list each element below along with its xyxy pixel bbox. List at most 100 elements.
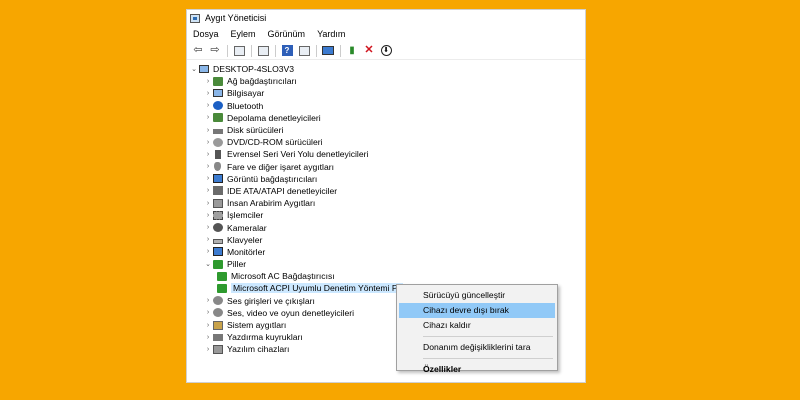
tree-category-batteries[interactable]: ⌄ Piller <box>187 258 585 270</box>
toolbar-separator <box>275 44 276 57</box>
category-label: Klavyeler <box>227 234 263 245</box>
menu-file[interactable]: Dosya <box>193 29 219 39</box>
chevron-right-icon[interactable]: › <box>203 139 213 146</box>
device-manager-icon <box>190 13 200 23</box>
scan-monitor-icon <box>322 46 334 55</box>
console-tree-icon <box>233 45 245 56</box>
uninstall-toolbar-button[interactable]: ✕ <box>362 44 376 57</box>
tree-category-network[interactable]: › Ağ bağdaştırıcıları <box>187 75 585 87</box>
chevron-right-icon[interactable]: › <box>203 114 213 121</box>
tree-category-keyboards[interactable]: › Klavyeler <box>187 234 585 246</box>
category-label: Disk sürücüleri <box>227 125 284 136</box>
tree-root[interactable]: ⌄ DESKTOP-4SLO3V3 <box>187 63 585 75</box>
update-driver-menu-item[interactable]: Sürücüyü güncelleştir <box>399 288 555 303</box>
tree-category-display[interactable]: › Görüntü bağdaştırıcıları <box>187 173 585 185</box>
tree-category-monitors[interactable]: › Monitörler <box>187 246 585 258</box>
chevron-right-icon[interactable]: › <box>203 212 213 219</box>
battery-icon <box>217 283 227 293</box>
category-label: Sistem aygıtları <box>227 320 287 331</box>
category-label: Kameralar <box>227 222 267 233</box>
chevron-right-icon[interactable]: › <box>203 163 213 170</box>
chevron-right-icon[interactable]: › <box>203 102 213 109</box>
add-driver-icon: ▮ <box>349 44 355 56</box>
display-adapter-icon <box>213 174 223 184</box>
action-pane-button[interactable] <box>297 44 311 57</box>
tree-category-ide[interactable]: › IDE ATA/ATAPI denetleyiciler <box>187 185 585 197</box>
chevron-down-icon[interactable]: ⌄ <box>203 260 213 268</box>
category-label: İşlemciler <box>227 210 264 221</box>
category-label: IDE ATA/ATAPI denetleyiciler <box>227 185 338 196</box>
disable-device-menu-item[interactable]: Cihazı devre dışı bırak <box>399 303 555 318</box>
tree-category-hid[interactable]: › İnsan Arabirim Aygıtları <box>187 197 585 209</box>
chevron-right-icon[interactable]: › <box>203 224 213 231</box>
update-driver-toolbar-button[interactable]: ⬇ <box>379 44 393 57</box>
tree-category-cameras[interactable]: › Kameralar <box>187 221 585 233</box>
menu-help[interactable]: Yardım <box>317 29 345 39</box>
chevron-right-icon[interactable]: › <box>203 236 213 243</box>
chevron-right-icon[interactable]: › <box>203 78 213 85</box>
uninstall-x-icon: ✕ <box>364 44 374 56</box>
category-label: Ağ bağdaştırıcıları <box>227 76 297 87</box>
show-hide-console-tree-button[interactable] <box>232 44 246 57</box>
tree-device-ac-adapter[interactable]: Microsoft AC Bağdaştırıcısı <box>187 270 585 282</box>
keyboard-icon <box>213 238 223 244</box>
menu-view[interactable]: Görünüm <box>268 29 306 39</box>
category-label: Yazılım cihazları <box>227 344 290 355</box>
chevron-right-icon[interactable]: › <box>203 200 213 207</box>
window-title: Aygıt Yöneticisi <box>205 13 267 23</box>
tree-category-disk[interactable]: › Disk sürücüleri <box>187 124 585 136</box>
add-driver-toolbar-button[interactable]: ▮ <box>345 44 359 57</box>
chevron-right-icon[interactable]: › <box>203 322 213 329</box>
category-label: Depolama denetleyicileri <box>227 112 321 123</box>
chevron-right-icon[interactable]: › <box>203 90 213 97</box>
properties-toolbar-button[interactable] <box>256 44 270 57</box>
menu-action[interactable]: Eylem <box>231 29 256 39</box>
category-label: Görüntü bağdaştırıcıları <box>227 173 318 184</box>
context-menu: Sürücüyü güncelleştir Cihazı devre dışı … <box>396 284 558 374</box>
scan-hardware-toolbar-button[interactable] <box>321 44 335 57</box>
storage-icon <box>213 113 223 123</box>
category-label: Ses, video ve oyun denetleyicileri <box>227 307 355 318</box>
chevron-right-icon[interactable]: › <box>203 297 213 304</box>
chevron-right-icon[interactable]: › <box>203 187 213 194</box>
category-label: Bluetooth <box>227 100 264 111</box>
battery-icon <box>213 259 223 269</box>
chevron-right-icon[interactable]: › <box>203 346 213 353</box>
download-arrow-icon: ⬇ <box>380 45 392 56</box>
tree-category-processors[interactable]: › İşlemciler <box>187 209 585 221</box>
category-label: Bilgisayar <box>227 88 265 99</box>
category-label: Evrensel Seri Veri Yolu denetleyicileri <box>227 149 369 160</box>
uninstall-device-menu-item[interactable]: Cihazı kaldır <box>399 318 555 333</box>
tree-category-mouse[interactable]: › Fare ve diğer işaret aygıtları <box>187 161 585 173</box>
sound-icon <box>213 308 223 318</box>
tree-category-bluetooth[interactable]: › Bluetooth <box>187 100 585 112</box>
mouse-icon <box>214 162 221 172</box>
scan-hardware-menu-item[interactable]: Donanım değişikliklerini tara <box>399 340 555 355</box>
help-toolbar-button[interactable]: ? <box>280 44 294 57</box>
chevron-right-icon[interactable]: › <box>203 248 213 255</box>
tree-category-dvd[interactable]: › DVD/CD-ROM sürücüleri <box>187 136 585 148</box>
properties-menu-item[interactable]: Özellikler <box>399 362 555 377</box>
chevron-down-icon[interactable]: ⌄ <box>189 65 199 73</box>
computer-icon <box>213 89 223 98</box>
back-button[interactable]: ⇦ <box>191 44 205 57</box>
software-device-icon <box>213 344 223 354</box>
print-queue-icon <box>213 333 223 341</box>
system-devices-icon <box>213 320 223 330</box>
forward-button[interactable]: ⇨ <box>208 44 222 57</box>
chevron-right-icon[interactable]: › <box>203 175 213 182</box>
help-icon: ? <box>281 45 293 56</box>
toolbar-separator <box>340 44 341 57</box>
chevron-right-icon[interactable]: › <box>203 127 213 134</box>
chevron-right-icon[interactable]: › <box>203 309 213 316</box>
category-label: Fare ve diğer işaret aygıtları <box>227 161 334 172</box>
tree-category-computer[interactable]: › Bilgisayar <box>187 87 585 99</box>
tree-category-storage[interactable]: › Depolama denetleyicileri <box>187 112 585 124</box>
audio-io-icon <box>213 296 223 306</box>
category-label: Monitörler <box>227 246 266 257</box>
tree-category-usb[interactable]: › Evrensel Seri Veri Yolu denetleyiciler… <box>187 148 585 160</box>
battery-icon <box>217 271 227 281</box>
chevron-right-icon[interactable]: › <box>203 151 213 158</box>
disk-icon <box>213 129 223 135</box>
chevron-right-icon[interactable]: › <box>203 334 213 341</box>
